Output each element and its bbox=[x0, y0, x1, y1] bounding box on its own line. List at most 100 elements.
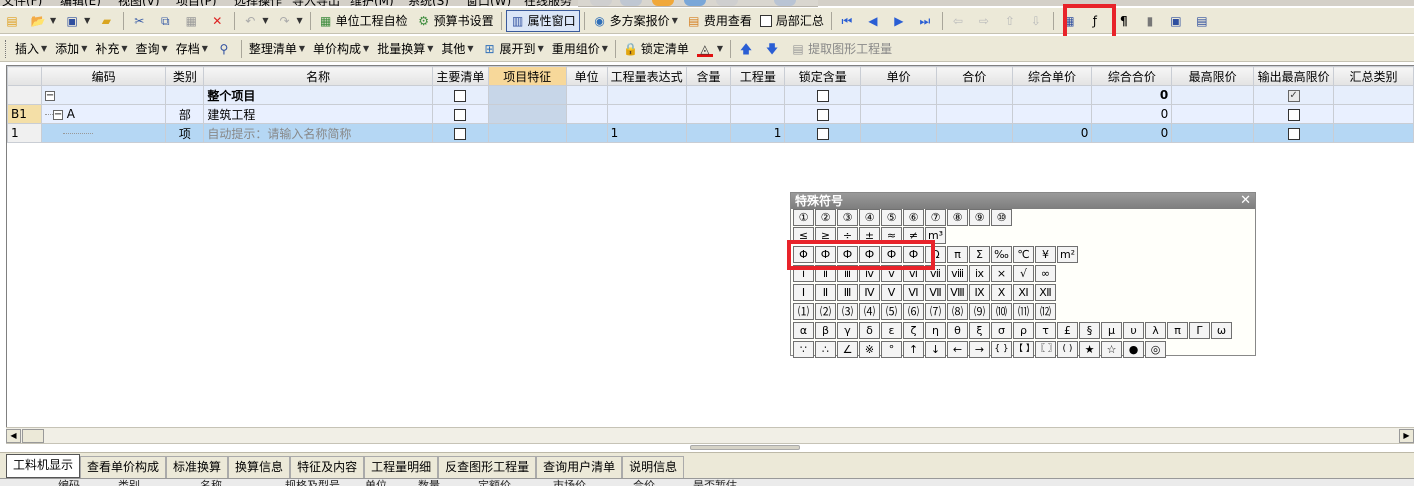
symbol-button[interactable]: Ⅱ bbox=[815, 284, 836, 301]
col-header-qty-expr[interactable]: 工程量表达式 bbox=[606, 66, 687, 86]
comp-total-cell[interactable]: 0 bbox=[1091, 104, 1173, 124]
symbol-button[interactable]: ⑺ bbox=[925, 303, 946, 320]
menu-item[interactable]: 导入导出 bbox=[292, 0, 340, 6]
name-cell[interactable]: 自动提示：请输入名称简称 bbox=[203, 123, 433, 143]
code-cell[interactable]: − A bbox=[40, 104, 167, 124]
other-menu[interactable]: 其他 ▼ bbox=[438, 38, 476, 60]
symbol-button[interactable]: ⑼ bbox=[969, 303, 990, 320]
total-price-cell[interactable] bbox=[935, 123, 1013, 143]
menu-item[interactable]: 编辑(E) bbox=[60, 0, 101, 6]
summary-type-cell[interactable] bbox=[1333, 85, 1414, 105]
save-all-button[interactable]: ▰ bbox=[95, 10, 119, 32]
bottom-tab[interactable]: 标准换算 bbox=[166, 456, 229, 478]
special-symbol-button[interactable]: ¶ bbox=[1113, 10, 1137, 32]
symbol-button[interactable]: ● bbox=[1123, 341, 1144, 358]
symbol-button[interactable]: § bbox=[1079, 322, 1100, 339]
symbol-button[interactable]: ④ bbox=[859, 209, 880, 226]
save-button[interactable]: ▣ ▼ bbox=[61, 10, 93, 32]
symbol-button[interactable]: ⑨ bbox=[969, 209, 990, 226]
content-cell[interactable] bbox=[685, 123, 732, 143]
collapse-icon[interactable]: − bbox=[44, 90, 55, 101]
bottom-tab[interactable]: 查询用户清单 bbox=[536, 456, 623, 478]
symbol-button[interactable]: 〖 〗 bbox=[1035, 341, 1056, 358]
comp-total-cell[interactable]: 0 bbox=[1091, 85, 1173, 105]
reuse-group-price-menu[interactable]: 重用组价 ▼ bbox=[549, 38, 611, 60]
total-price-cell[interactable] bbox=[935, 85, 1013, 105]
symbol-button[interactable]: Ⅲ bbox=[837, 284, 858, 301]
supplement-menu[interactable]: 补充 ▼ bbox=[92, 38, 130, 60]
symbol-button[interactable]: √ bbox=[1013, 265, 1034, 282]
main-list-checkbox[interactable] bbox=[454, 127, 467, 140]
symbol-button[interactable]: ε bbox=[881, 322, 902, 339]
symbol-button[interactable]: ③ bbox=[837, 209, 858, 226]
unit-cell[interactable] bbox=[565, 104, 608, 124]
collapse-icon[interactable]: − bbox=[52, 109, 63, 120]
symbol-button[interactable]: £ bbox=[1057, 322, 1078, 339]
symbol-button[interactable]: ‰ bbox=[991, 246, 1012, 263]
prev-button[interactable]: ◀ bbox=[862, 10, 886, 32]
symbol-button[interactable]: ◎ bbox=[1145, 341, 1166, 358]
symbol-button[interactable]: ↓ bbox=[925, 341, 946, 358]
col-header-code[interactable]: 编码 bbox=[40, 66, 167, 86]
symbol-button[interactable]: ρ bbox=[1013, 322, 1034, 339]
next-button[interactable]: ▶ bbox=[888, 10, 912, 32]
symbol-button[interactable]: ⑦ bbox=[925, 209, 946, 226]
comp-unit-price-cell[interactable] bbox=[1011, 104, 1093, 124]
multi-quote-button[interactable]: ◉ 多方案报价 ▼ bbox=[589, 10, 681, 32]
unit-check-button[interactable]: ▦ 单位工程自检 bbox=[315, 10, 411, 32]
col-header-quantity[interactable]: 工程量 bbox=[730, 66, 786, 86]
fee-view-button[interactable]: ▤ 费用查看 bbox=[683, 10, 755, 32]
symbol-button[interactable]: ⅷ bbox=[947, 265, 968, 282]
unit-price-cell[interactable] bbox=[860, 123, 937, 143]
lock-content-cell[interactable] bbox=[784, 85, 862, 105]
output-max-price-cell[interactable] bbox=[1253, 123, 1335, 143]
symbol-button[interactable]: ℃ bbox=[1013, 246, 1034, 263]
horizontal-scrollbar[interactable]: ◀ ▶ bbox=[6, 427, 1414, 444]
expr-cell[interactable] bbox=[606, 104, 687, 124]
add-menu[interactable]: 添加 ▼ bbox=[52, 38, 90, 60]
symbol-button[interactable]: λ bbox=[1145, 322, 1166, 339]
type-cell[interactable]: 项 bbox=[165, 123, 205, 143]
symbol-button[interactable]: ⑿ bbox=[1035, 303, 1056, 320]
lock-list-button[interactable]: 🔒 锁定清单 bbox=[620, 38, 692, 60]
query-menu[interactable]: 查询 ▼ bbox=[133, 38, 171, 60]
symbol-button[interactable]: ⑻ bbox=[947, 303, 968, 320]
lock-content-checkbox[interactable] bbox=[816, 89, 829, 102]
menu-item[interactable]: 项目(P) bbox=[176, 0, 217, 6]
main-list-checkbox[interactable] bbox=[454, 89, 467, 102]
menu-item[interactable]: 维护(M) bbox=[350, 0, 394, 6]
symbol-button[interactable]: ⑩ bbox=[991, 209, 1012, 226]
batch-convert-menu[interactable]: 批量换算 ▼ bbox=[374, 38, 436, 60]
name-cell[interactable]: 建筑工程 bbox=[203, 104, 433, 124]
symbol-button[interactable]: { } bbox=[991, 341, 1012, 358]
symbol-button[interactable]: ° bbox=[881, 341, 902, 358]
col-header-item-feature[interactable]: 项目特征 bbox=[487, 66, 567, 86]
bottom-tab[interactable]: 说明信息 bbox=[622, 456, 685, 478]
symbol-button[interactable]: ☆ bbox=[1101, 341, 1122, 358]
symbol-button[interactable]: ※ bbox=[859, 341, 880, 358]
main-list-cell[interactable] bbox=[431, 123, 489, 143]
symbol-button[interactable]: ⑧ bbox=[947, 209, 968, 226]
delete-button[interactable]: ✕ bbox=[206, 10, 230, 32]
symbol-button[interactable]: Γ bbox=[1189, 322, 1210, 339]
close-icon[interactable]: ✕ bbox=[1240, 193, 1251, 209]
open-button[interactable]: 📂 ▼ bbox=[27, 10, 59, 32]
table-row-project[interactable]: − 整个项目 0 ✓ bbox=[7, 85, 1414, 105]
symbol-button[interactable]: ② bbox=[815, 209, 836, 226]
paste-button[interactable]: ▦ bbox=[180, 10, 204, 32]
output-max-price-cell[interactable] bbox=[1253, 104, 1335, 124]
symbol-button[interactable]: × bbox=[991, 265, 1012, 282]
col-header-unit-price[interactable]: 单价 bbox=[860, 66, 937, 86]
binoculars-button[interactable]: ⚲ bbox=[213, 38, 237, 60]
feature-cell[interactable] bbox=[487, 85, 567, 105]
scroll-right-arrow[interactable]: ▶ bbox=[1399, 429, 1414, 443]
symbol-button[interactable]: ⑵ bbox=[815, 303, 836, 320]
color-fill-button[interactable]: ◬ ▼ bbox=[694, 38, 726, 60]
symbol-button[interactable]: ζ bbox=[903, 322, 924, 339]
output-max-price-checkbox[interactable] bbox=[1287, 108, 1300, 121]
lock-tool-button[interactable]: ▮ bbox=[1139, 10, 1163, 32]
symbol-button[interactable]: δ bbox=[859, 322, 880, 339]
symbol-button[interactable]: μ bbox=[1101, 322, 1122, 339]
col-header-total-price[interactable]: 合价 bbox=[935, 66, 1013, 86]
table-row-item[interactable]: 1 项 自动提示：请输入名称简称 1 1 0 0 bbox=[7, 123, 1414, 143]
